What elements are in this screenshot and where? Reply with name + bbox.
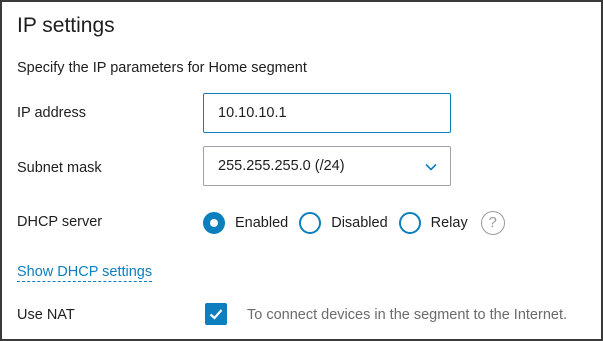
- ip-address-label: IP address: [17, 105, 87, 121]
- use-nat-checkbox[interactable]: [205, 303, 227, 325]
- subnet-mask-select[interactable]: 255.255.255.0 (/24): [203, 146, 451, 186]
- ip-address-input[interactable]: 10.10.10.1: [203, 93, 451, 133]
- panel-title: IP settings: [17, 14, 115, 37]
- chevron-down-icon: [425, 163, 437, 171]
- dhcp-option-disabled[interactable]: Disabled: [299, 212, 388, 234]
- dhcp-option-relay[interactable]: Relay: [398, 212, 468, 234]
- dhcp-option-label: Relay: [430, 215, 468, 231]
- dhcp-option-label: Disabled: [331, 215, 388, 231]
- radio-checked-icon[interactable]: [203, 212, 225, 234]
- use-nat-hint: To connect devices in the segment to the…: [247, 307, 567, 323]
- ip-address-value: 10.10.10.1: [218, 105, 287, 121]
- checkmark-icon: [209, 309, 223, 320]
- panel-subtitle: Specify the IP parameters for Home segme…: [17, 60, 307, 76]
- dhcp-server-label: DHCP server: [17, 214, 103, 230]
- question-mark-icon[interactable]: ?: [480, 211, 505, 235]
- subnet-mask-value: 255.255.255.0 (/24): [218, 158, 345, 174]
- radio-unchecked-icon[interactable]: [398, 212, 421, 234]
- dhcp-option-enabled[interactable]: Enabled: [203, 212, 288, 234]
- show-dhcp-settings-link[interactable]: Show DHCP settings: [17, 264, 153, 282]
- use-nat-label: Use NAT: [17, 307, 75, 323]
- radio-unchecked-icon[interactable]: [299, 212, 322, 234]
- ip-settings-panel: IP settings Specify the IP parameters fo…: [0, 0, 603, 341]
- subnet-mask-label: Subnet mask: [17, 160, 102, 176]
- dhcp-server-radio-group: Enabled Disabled Relay ?: [203, 210, 505, 236]
- dhcp-option-label: Enabled: [235, 215, 289, 231]
